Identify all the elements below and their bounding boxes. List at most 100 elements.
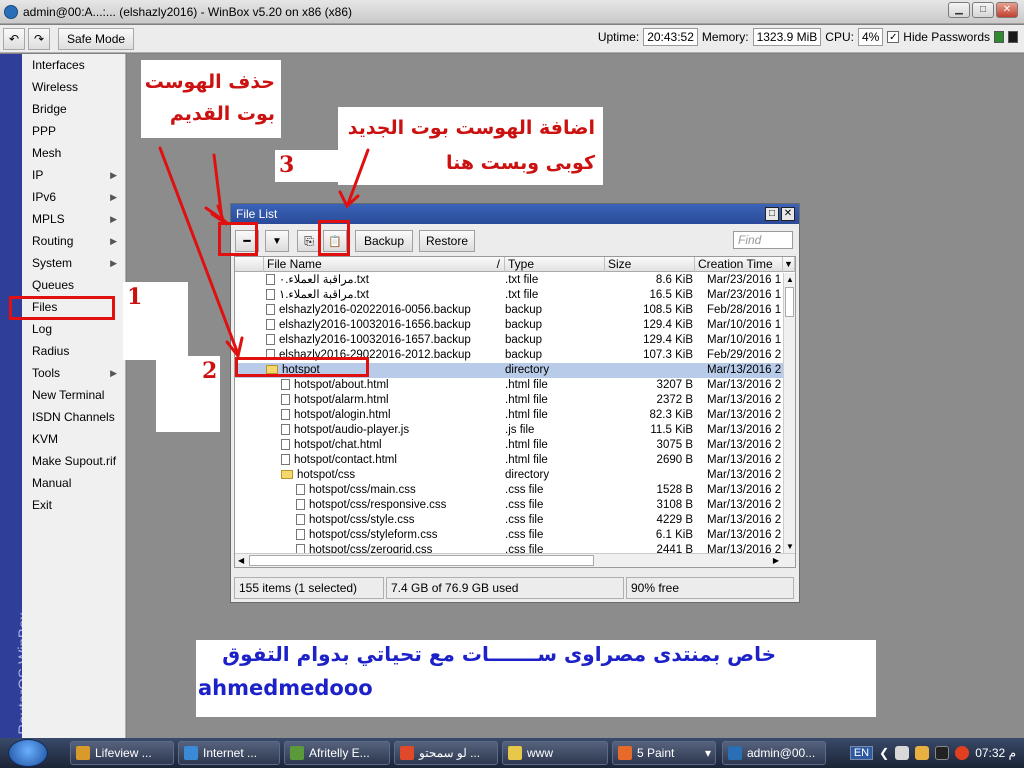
file-list-toolbar: ━ ▼ ⎘ 📋 Backup Restore Find bbox=[231, 226, 799, 256]
file-icon bbox=[266, 319, 275, 330]
task-group-arrow-icon[interactable]: ▾ bbox=[705, 742, 711, 764]
table-row[interactable]: hotspot/contact.html .html file 2690 B Mar/… bbox=[235, 453, 783, 468]
menu-item-isdn-channels[interactable]: ISDN Channels bbox=[22, 406, 125, 428]
backup-button[interactable]: Backup bbox=[355, 230, 413, 252]
redo-button[interactable]: ↷ bbox=[28, 27, 50, 50]
system-stats: Uptime: 20:43:52 Memory: 1323.9 MiB CPU:… bbox=[598, 28, 1018, 46]
cell-date: Mar/23/2016 1 bbox=[707, 274, 782, 286]
table-row[interactable]: elshazly2016-02022016-0056.backup backup 1… bbox=[235, 303, 783, 318]
tray-chevron-icon[interactable]: ❮ bbox=[879, 746, 889, 760]
table-row[interactable]: مراقبة العملاء.١.txt .txt file 16.5 KiB Mar… bbox=[235, 288, 783, 303]
menu-item-radius[interactable]: Radius bbox=[22, 340, 125, 362]
table-row[interactable]: elshazly2016-10032016-1656.backup backup 1… bbox=[235, 318, 783, 333]
safe-mode-button[interactable]: Safe Mode bbox=[58, 27, 135, 50]
menu-item-kvm[interactable]: KVM bbox=[22, 428, 125, 450]
app-tray-icon[interactable] bbox=[935, 746, 950, 760]
table-row[interactable]: hotspot/alarm.html .html file 2372 B Mar/13… bbox=[235, 393, 783, 408]
file-list-close-button[interactable]: ✕ bbox=[781, 207, 795, 221]
table-row[interactable]: hotspot/chat.html .html file 3075 B Mar/13/… bbox=[235, 438, 783, 453]
menu-item-label: Radius bbox=[32, 344, 70, 358]
menu-item-interfaces[interactable]: Interfaces bbox=[22, 54, 125, 76]
find-input[interactable]: Find bbox=[733, 231, 793, 249]
menu-item-label: Exit bbox=[32, 498, 53, 512]
column-menu-icon[interactable]: ▼ bbox=[783, 257, 795, 272]
cell-type: .css file bbox=[505, 529, 544, 541]
menu-item-manual[interactable]: Manual bbox=[22, 472, 125, 494]
minimize-button[interactable]: ▁ bbox=[948, 2, 970, 18]
vertical-scroll-thumb[interactable] bbox=[785, 287, 794, 317]
header-creation-time[interactable]: Creation Time bbox=[695, 257, 783, 272]
table-row[interactable]: hotspot/about.html .html file 3207 B Mar/13… bbox=[235, 378, 783, 393]
network-icon[interactable] bbox=[895, 746, 910, 760]
table-row[interactable]: hotspot/alogin.html .html file 82.3 KiB Mar… bbox=[235, 408, 783, 423]
header-type[interactable]: Type bbox=[505, 257, 605, 272]
restore-button[interactable]: Restore bbox=[419, 230, 475, 252]
table-row[interactable]: hotspot/css/main.css .css file 1528 B Mar/1… bbox=[235, 483, 783, 498]
scroll-right-icon[interactable]: ▶ bbox=[773, 556, 779, 565]
taskbar-task[interactable]: Internet ... bbox=[178, 741, 280, 765]
language-indicator[interactable]: EN bbox=[849, 746, 874, 760]
menu-item-tools[interactable]: Tools ▶ bbox=[22, 362, 125, 384]
table-row[interactable]: hotspot/css directory Mar/13/2016 2 bbox=[235, 468, 783, 483]
scroll-down-icon[interactable]: ▼ bbox=[786, 542, 794, 551]
cell-date: Mar/13/2016 2 bbox=[707, 499, 782, 511]
close-button[interactable]: ✕ bbox=[996, 2, 1018, 18]
undo-button[interactable]: ↶ bbox=[3, 27, 25, 50]
taskbar-task[interactable]: لو سمحتو ... bbox=[394, 741, 498, 765]
file-list-title-bar[interactable]: File List □ ✕ bbox=[231, 204, 799, 224]
vertical-scrollbar[interactable]: ▲ ▼ bbox=[783, 273, 795, 553]
menu-item-queues[interactable]: Queues bbox=[22, 274, 125, 296]
menu-item-bridge[interactable]: Bridge bbox=[22, 98, 125, 120]
menu-item-ip[interactable]: IP ▶ bbox=[22, 164, 125, 186]
menu-item-ppp[interactable]: PPP bbox=[22, 120, 125, 142]
menu-item-log[interactable]: Log bbox=[22, 318, 125, 340]
memory-label: Memory: bbox=[701, 30, 749, 44]
highlight-paste-button bbox=[318, 220, 350, 256]
file-icon bbox=[296, 499, 305, 510]
menu-item-exit[interactable]: Exit bbox=[22, 494, 125, 516]
taskbar-task[interactable]: www bbox=[502, 741, 608, 765]
clock[interactable]: 07:32 م bbox=[975, 746, 1016, 760]
cell-type: .html file bbox=[505, 454, 548, 466]
menu-item-system[interactable]: System ▶ bbox=[22, 252, 125, 274]
taskbar-task[interactable]: 5 Paint ▾ bbox=[612, 741, 716, 765]
table-row[interactable]: hotspot/css/responsive.css .css file 3108 … bbox=[235, 498, 783, 513]
cell-size: 2690 B bbox=[656, 454, 693, 466]
volume-icon[interactable] bbox=[915, 746, 930, 760]
header-file-name[interactable]: File Name / bbox=[264, 257, 505, 272]
submenu-arrow-icon: ▶ bbox=[110, 214, 117, 224]
menu-item-mesh[interactable]: Mesh bbox=[22, 142, 125, 164]
filter-button[interactable]: ▼ bbox=[265, 230, 289, 252]
header-size[interactable]: Size bbox=[605, 257, 695, 272]
file-name-text: مراقبة العملاء.٠.txt bbox=[279, 274, 369, 286]
taskbar-task[interactable]: Afritelly E... bbox=[284, 741, 390, 765]
maximize-button[interactable]: □ bbox=[972, 2, 994, 18]
menu-item-routing[interactable]: Routing ▶ bbox=[22, 230, 125, 252]
file-icon bbox=[296, 484, 305, 495]
menu-item-make-supout-rif[interactable]: Make Supout.rif bbox=[22, 450, 125, 472]
menu-item-new-terminal[interactable]: New Terminal bbox=[22, 384, 125, 406]
annotation-step-3: 3 bbox=[275, 150, 341, 182]
start-button[interactable] bbox=[8, 739, 48, 767]
alert-icon[interactable] bbox=[955, 746, 970, 760]
menu-item-ipv6[interactable]: IPv6 ▶ bbox=[22, 186, 125, 208]
scroll-up-icon[interactable]: ▲ bbox=[786, 275, 794, 284]
menu-item-mpls[interactable]: MPLS ▶ bbox=[22, 208, 125, 230]
taskbar-task[interactable]: Lifeview ... bbox=[70, 741, 174, 765]
taskbar-task[interactable]: admin@00... bbox=[722, 741, 826, 765]
horizontal-scrollbar[interactable]: ◀ ▶ bbox=[235, 553, 795, 567]
horizontal-scroll-thumb[interactable] bbox=[249, 555, 594, 566]
menu-item-wireless[interactable]: Wireless bbox=[22, 76, 125, 98]
scroll-left-icon[interactable]: ◀ bbox=[238, 556, 244, 565]
menu-item-label: Queues bbox=[32, 278, 75, 292]
table-row[interactable]: hotspot/css/styleform.css .css file 6.1 Ki… bbox=[235, 528, 783, 543]
table-row[interactable]: مراقبة العملاء.٠.txt .txt file 8.6 KiB Mar/… bbox=[235, 273, 783, 288]
table-row[interactable]: elshazly2016-10032016-1657.backup backup 1… bbox=[235, 333, 783, 348]
table-row[interactable]: hotspot/css/zerogrid.css .css file 2441 B M… bbox=[235, 543, 783, 553]
table-row[interactable]: hotspot/audio-player.js .js file 11.5 KiB M… bbox=[235, 423, 783, 438]
file-list-restore-button[interactable]: □ bbox=[765, 207, 779, 221]
window-title-bar[interactable]: admin@00:A...:... (elshazly2016) - WinBo… bbox=[0, 0, 1024, 24]
cell-date: Feb/28/2016 1 bbox=[707, 304, 782, 316]
hide-passwords-checkbox[interactable]: ✓ bbox=[887, 31, 900, 43]
table-row[interactable]: hotspot/css/style.css .css file 4229 B Mar/… bbox=[235, 513, 783, 528]
